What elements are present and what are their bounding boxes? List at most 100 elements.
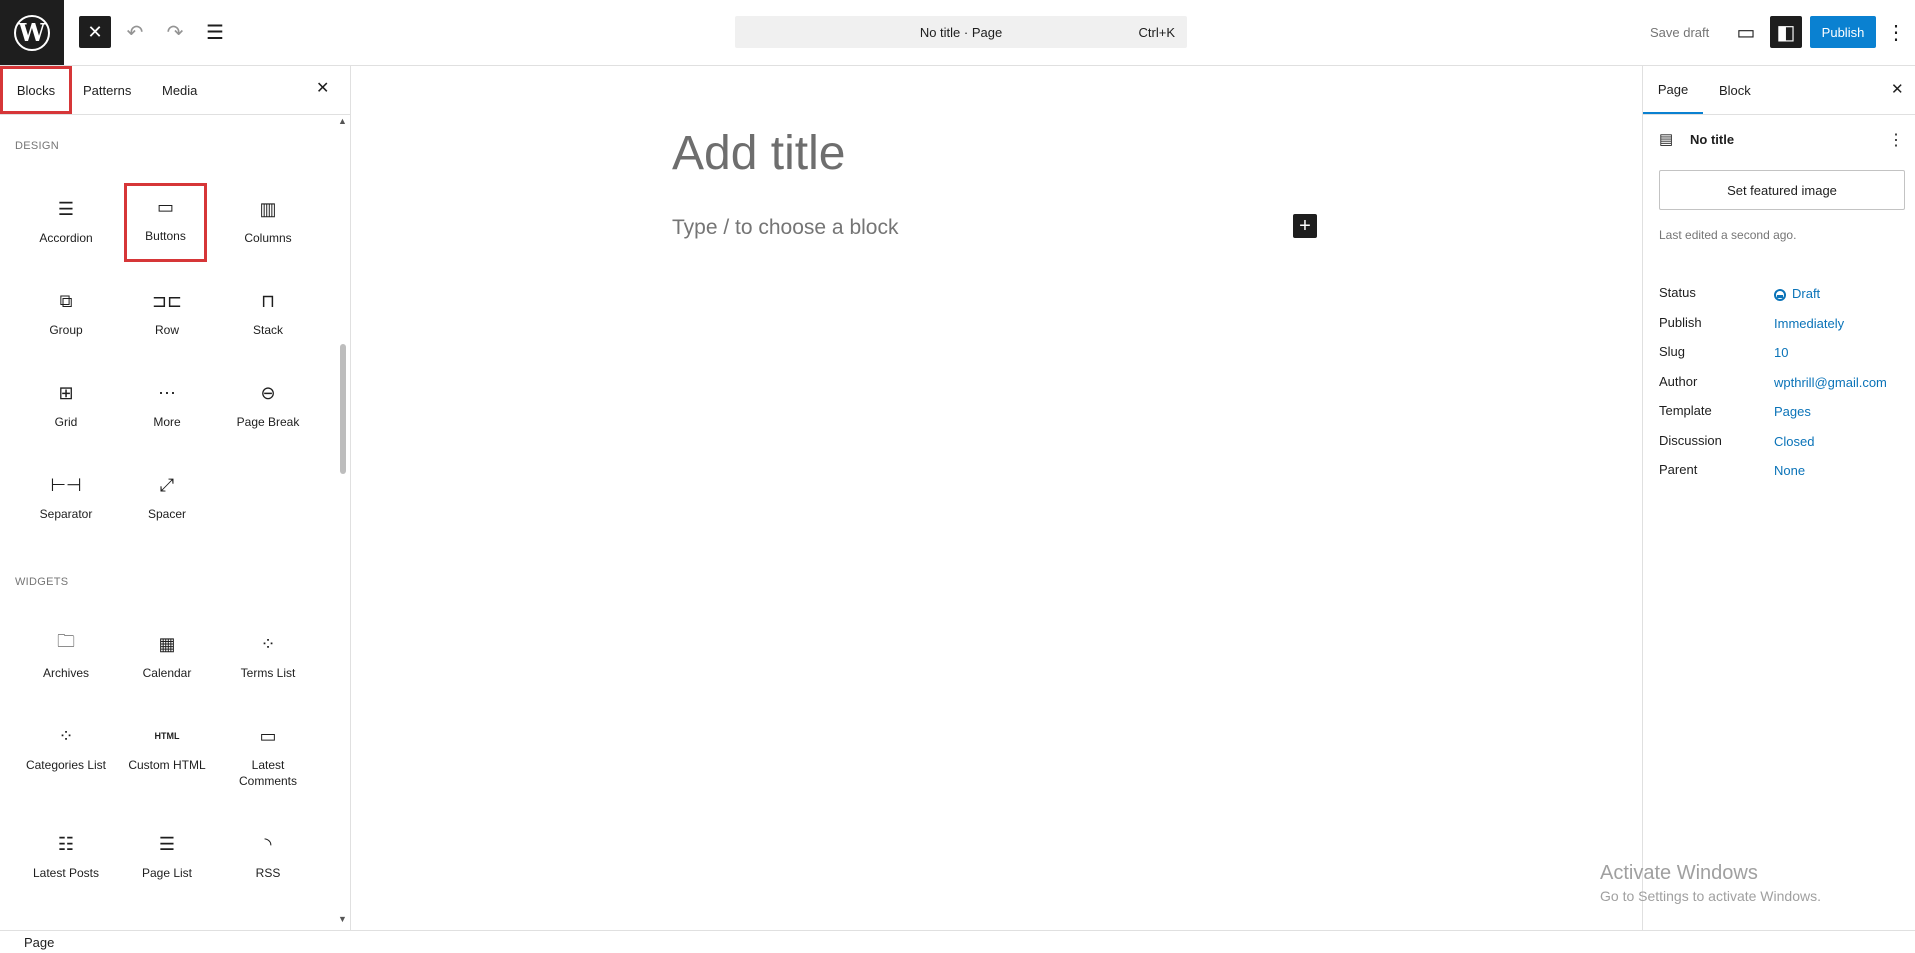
block-custom-html[interactable]: HTML Custom HTML [117,711,217,799]
category-label-design: DESIGN [15,140,59,152]
html-icon: HTML [154,731,180,741]
block-label: Group [49,323,83,337]
block-group[interactable]: ⧉ Group [16,276,116,364]
status-value[interactable]: Draft [1774,286,1820,301]
redo-icon: ↷ [166,21,184,44]
categories-list-icon: ⁘ [58,725,74,746]
terms-list-icon: ⁘ [260,633,276,654]
wordpress-logo-button[interactable]: W [0,0,64,65]
block-label: RSS [255,866,281,880]
spacer-icon: ⤢ [159,474,175,495]
command-palette-bar[interactable]: No title · Page Ctrl+K [735,16,1187,48]
options-menu-button[interactable]: ⋮ [1884,16,1908,48]
inserter-block-list: DESIGN ☰ Accordion ▭ Buttons ▥ Columns ⧉… [0,114,340,930]
block-separator[interactable]: ⊢⊣ Separator [16,460,116,548]
settings-toggle-button[interactable]: ◧ [1770,16,1802,48]
template-value[interactable]: Pages [1774,404,1811,419]
author-value[interactable]: wpthrill@gmail.com [1774,375,1887,390]
discussion-value[interactable]: Closed [1774,434,1814,449]
plus-icon: + [1299,214,1311,237]
calendar-icon: ▦ [158,633,176,654]
block-columns[interactable]: ▥ Columns [218,184,318,272]
publish-button[interactable]: Publish [1810,16,1876,48]
block-row[interactable]: ⊐⊏ Row [117,276,217,364]
sidebar-settings-icon: ◧ [1776,21,1796,44]
redo-button[interactable]: ↷ [159,16,191,48]
tab-media[interactable]: Media [162,66,197,114]
block-label: Stack [252,323,283,337]
sidebar-tabs: Page Block ✕ [1643,66,1915,115]
block-grid[interactable]: ⊞ Grid [16,368,116,456]
meta-author: Author wpthrill@gmail.com [1659,374,1904,394]
category-label-widgets: WIDGETS [15,576,69,588]
block-buttons[interactable]: ▭ Buttons [124,183,207,262]
latest-posts-icon: ☷ [57,833,75,854]
block-page-list[interactable]: ☰ Page List [117,819,217,907]
block-placeholder[interactable]: Type / to choose a block [672,216,898,240]
tab-block[interactable]: Block [1719,66,1751,114]
block-page-break[interactable]: ⊖ Page Break [218,368,318,456]
block-label: Spacer [147,507,187,521]
accordion-icon: ☰ [57,198,75,219]
document-overview-button[interactable]: ☰ [199,16,231,48]
meta-parent: Parent None [1659,462,1904,482]
meta-key: Slug [1659,344,1686,359]
archives-icon: 🗀 [57,631,75,651]
block-rss[interactable]: ◝ RSS [218,819,318,907]
view-button[interactable]: ▭ [1730,16,1762,48]
rss-icon: ◝ [264,833,272,854]
undo-button[interactable]: ↶ [119,16,151,48]
block-archives[interactable]: 🗀 Archives [16,619,116,707]
block-label: Separator [39,507,93,521]
close-icon: ✕ [87,21,103,42]
meta-publish: Publish Immediately [1659,315,1904,335]
document-title: No title · Page [919,25,1003,40]
scroll-down-arrow-icon[interactable]: ▼ [338,914,347,924]
block-latest-posts[interactable]: ☷ Latest Posts [16,819,116,907]
page-actions-icon[interactable]: ⋮ [1888,130,1904,150]
activate-windows-title: Activate Windows [1600,862,1758,884]
close-sidebar-icon[interactable]: ✕ [1891,80,1904,98]
parent-value[interactable]: None [1774,463,1805,478]
page-title: No title [1690,132,1735,147]
slug-value[interactable]: 10 [1774,345,1788,360]
wordpress-logo-icon: W [14,14,50,51]
group-icon: ⧉ [59,290,73,311]
meta-status: Status Draft [1659,285,1904,305]
set-featured-image-button[interactable]: Set featured image [1659,170,1905,210]
block-label: Latest Comments [238,758,297,788]
close-inserter-button[interactable]: ✕ [79,16,111,48]
block-more[interactable]: ⋯ More [117,368,217,456]
add-block-button[interactable]: + [1293,214,1317,238]
block-categories-list[interactable]: ⁘ Categories List [16,711,116,799]
block-latest-comments[interactable]: ▭ Latest Comments [218,711,318,799]
inserter-scrollbar[interactable]: ▲ ▼ [338,114,348,924]
block-spacer[interactable]: ⤢ Spacer [117,460,217,548]
publish-value[interactable]: Immediately [1774,316,1844,331]
scrollbar-thumb[interactable] [340,344,346,474]
block-stack[interactable]: ⊓ Stack [218,276,318,364]
block-calendar[interactable]: ▦ Calendar [117,619,217,707]
block-label: Row [154,323,179,337]
meta-key: Publish [1659,315,1702,330]
block-label: Archives [42,666,89,680]
save-draft-button[interactable]: Save draft [1650,25,1709,40]
block-label: Columns [244,231,292,245]
row-icon: ⊐⊏ [151,290,183,311]
close-inserter-icon[interactable]: ✕ [316,78,329,98]
last-edited-text: Last edited a second ago. [1659,228,1797,242]
scroll-up-arrow-icon[interactable]: ▲ [338,116,347,126]
block-accordion[interactable]: ☰ Accordion [16,184,116,272]
block-breadcrumb-bar: Page [0,930,1915,953]
title-input[interactable]: Add title [672,126,845,181]
block-terms-list[interactable]: ⁘ Terms List [218,619,318,707]
undo-icon: ↶ [126,21,144,44]
tab-page[interactable]: Page [1643,66,1703,114]
breadcrumb-page[interactable]: Page [24,935,54,950]
settings-sidebar: Page Block ✕ ▤ No title ⋮ Set featured i… [1642,66,1915,930]
block-label: Latest Posts [32,866,100,880]
tab-blocks[interactable]: Blocks [0,66,72,114]
block-label: Categories List [25,758,107,772]
tab-patterns[interactable]: Patterns [83,66,131,114]
block-label: Accordion [39,231,93,245]
